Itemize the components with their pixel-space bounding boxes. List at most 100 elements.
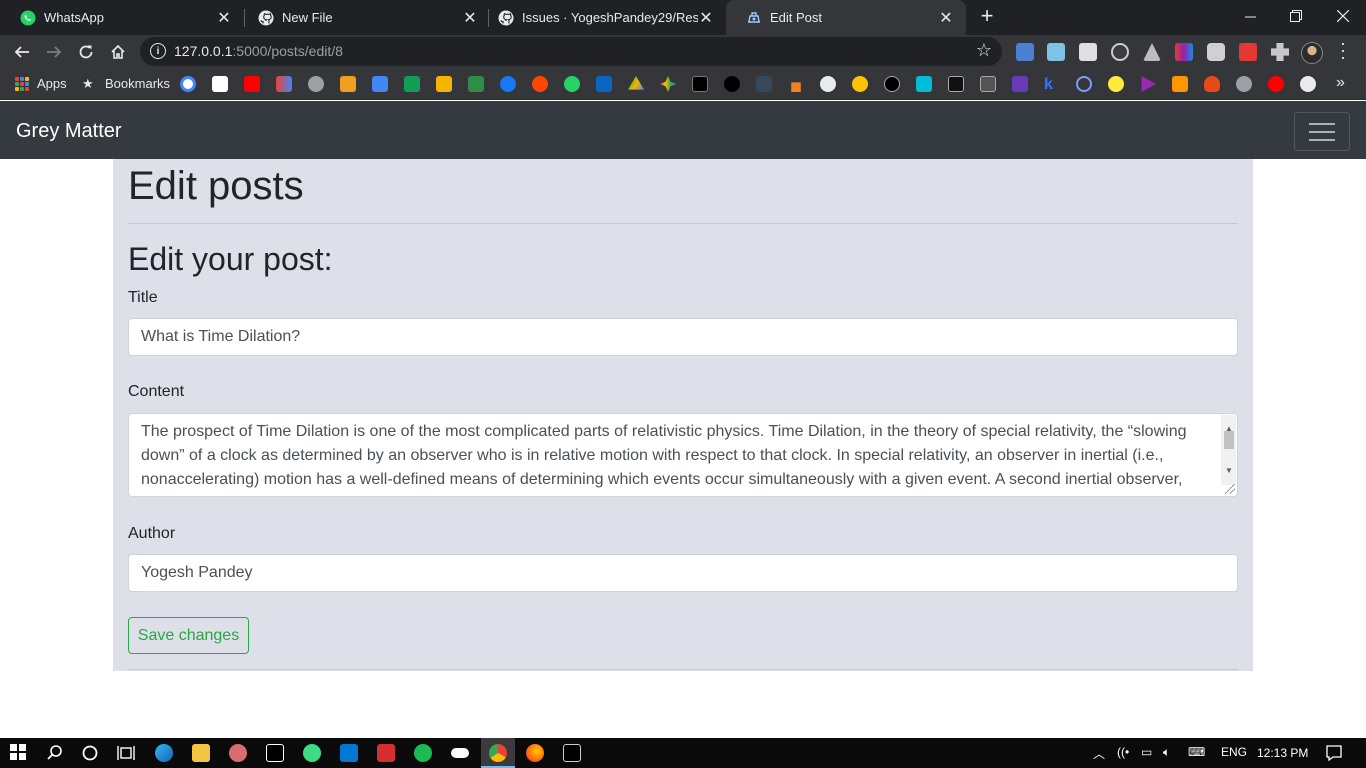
linkedin-icon[interactable] <box>596 76 612 92</box>
close-icon[interactable]: ✕ <box>216 10 232 27</box>
bookmark-icon[interactable] <box>916 76 932 92</box>
author-input[interactable]: Yogesh Pandey <box>128 554 1238 592</box>
tab-whatsapp[interactable]: WhatsApp ✕ <box>0 0 244 35</box>
search-icon[interactable] <box>46 744 64 762</box>
notification-icon[interactable] <box>1325 744 1343 762</box>
hackerrank-icon[interactable] <box>948 76 964 92</box>
extension-icon[interactable] <box>1143 43 1161 61</box>
medium-icon[interactable] <box>724 76 740 92</box>
forward-button[interactable] <box>41 39 67 65</box>
spotify-icon[interactable] <box>414 744 432 762</box>
docs-icon[interactable] <box>372 76 388 92</box>
github-icon[interactable] <box>820 76 836 92</box>
sheets-icon[interactable] <box>404 76 420 92</box>
volume-icon[interactable]: 🔈︎ <box>1163 745 1170 760</box>
tab-issues[interactable]: Issues · YogeshPandey29/Resume ✕ <box>478 0 726 35</box>
onedrive-icon[interactable] <box>451 748 469 758</box>
scrollbar-thumb[interactable] <box>1224 431 1234 449</box>
wikipedia-icon[interactable] <box>212 76 228 92</box>
close-icon[interactable]: ✕ <box>698 10 714 27</box>
youtube-icon[interactable] <box>244 76 260 92</box>
new-tab-button[interactable]: + <box>976 5 998 29</box>
minimize-button[interactable] <box>1227 0 1273 32</box>
textarea-scrollbar[interactable]: ▲ ▼ <box>1221 415 1236 485</box>
facebook-icon[interactable] <box>500 76 516 92</box>
photos-icon[interactable] <box>660 76 676 92</box>
back-button[interactable] <box>9 39 35 65</box>
home-button[interactable] <box>105 39 131 65</box>
intellij-icon[interactable] <box>266 744 284 762</box>
windows-start-icon[interactable] <box>10 744 28 762</box>
extension-icon[interactable] <box>1047 43 1065 61</box>
app-icon[interactable] <box>229 744 247 762</box>
extension-icon[interactable] <box>1111 43 1129 61</box>
play-icon[interactable] <box>1141 76 1156 92</box>
apps-grid-icon[interactable] <box>15 77 29 91</box>
google-icon[interactable] <box>180 76 196 92</box>
scroll-down-icon[interactable]: ▼ <box>1225 459 1233 483</box>
codechef-icon[interactable] <box>980 76 996 92</box>
terminal-icon[interactable] <box>563 744 581 762</box>
clock[interactable]: 12:13 PM <box>1257 746 1308 760</box>
extension-icon[interactable] <box>1079 43 1097 61</box>
extension-icon[interactable] <box>1239 43 1257 61</box>
vscode-icon[interactable] <box>340 744 358 762</box>
profile-avatar[interactable] <box>1301 42 1323 64</box>
chevron-up-icon[interactable]: ︿ <box>1093 745 1105 762</box>
apps-link[interactable]: Apps <box>37 76 67 91</box>
restore-button[interactable] <box>1273 0 1319 32</box>
bookmark-icon[interactable] <box>1108 76 1124 92</box>
brand-link[interactable]: Grey Matter <box>16 120 122 143</box>
close-window-button[interactable] <box>1320 0 1366 32</box>
slides-icon[interactable] <box>436 76 452 92</box>
reddit-icon[interactable] <box>532 76 548 92</box>
extension-icon[interactable] <box>1175 43 1193 61</box>
edge-icon[interactable] <box>155 744 173 762</box>
file-explorer-icon[interactable] <box>192 744 210 762</box>
globe-icon[interactable] <box>308 76 324 92</box>
bookmark-icon[interactable] <box>1012 76 1028 92</box>
tab-new-file[interactable]: New File ✕ <box>238 0 490 35</box>
resize-handle-icon[interactable] <box>1225 484 1235 494</box>
bookmark-star-icon[interactable]: ☆ <box>976 40 992 61</box>
whatsapp-icon[interactable] <box>564 76 580 92</box>
acrobat-icon[interactable] <box>377 744 395 762</box>
menu-dots-icon[interactable]: · · · <box>1336 34 1350 66</box>
battery-icon[interactable]: ▭ <box>1141 745 1152 759</box>
url-text[interactable]: 127.0.0.1:5000/posts/edit/8 <box>174 43 343 59</box>
info-icon[interactable]: i <box>150 43 166 59</box>
bookmark-icon[interactable] <box>340 76 356 92</box>
youtube-music-icon[interactable] <box>1268 76 1284 92</box>
chrome-icon[interactable] <box>489 744 507 762</box>
drive-icon[interactable] <box>628 76 644 90</box>
tds-icon[interactable] <box>756 76 772 92</box>
content-textarea[interactable]: The prospect of Time Dilation is one of … <box>128 413 1238 497</box>
cortana-icon[interactable] <box>81 744 99 762</box>
dev-icon[interactable] <box>692 76 708 92</box>
hamburger-menu-button[interactable] <box>1294 112 1350 151</box>
language-indicator[interactable]: ENG <box>1221 745 1247 759</box>
bookmark-icon[interactable] <box>1172 76 1188 92</box>
gmail-icon[interactable] <box>276 76 292 92</box>
close-icon[interactable]: ✕ <box>938 10 954 27</box>
geeksforgeeks-icon[interactable] <box>468 76 484 92</box>
bookmark-icon[interactable]: k <box>1044 76 1060 93</box>
bookmark-icon[interactable] <box>1300 76 1316 92</box>
puzzle-icon[interactable] <box>1271 43 1289 61</box>
more-bookmarks-icon[interactable]: » <box>1336 74 1345 92</box>
close-icon[interactable]: ✕ <box>462 10 478 27</box>
wifi-icon[interactable]: ((• <box>1117 745 1129 759</box>
stackoverflow-icon[interactable] <box>791 82 801 92</box>
save-changes-button[interactable]: Save changes <box>128 617 249 654</box>
bookmark-icon[interactable] <box>1076 76 1092 92</box>
address-bar[interactable]: i 127.0.0.1:5000/posts/edit/8 ☆ <box>140 37 1002 66</box>
bookmark-icon[interactable] <box>1204 76 1220 92</box>
tab-edit-post[interactable]: Edit Post ✕ <box>726 0 966 35</box>
firefox-icon[interactable] <box>526 744 544 762</box>
extension-bookmark-icon[interactable] <box>852 76 868 92</box>
camera-icon[interactable] <box>1207 43 1225 61</box>
android-studio-icon[interactable] <box>303 744 321 762</box>
task-view-icon[interactable] <box>117 744 135 762</box>
globe-icon[interactable] <box>1236 76 1252 92</box>
reload-button[interactable] <box>73 39 99 65</box>
